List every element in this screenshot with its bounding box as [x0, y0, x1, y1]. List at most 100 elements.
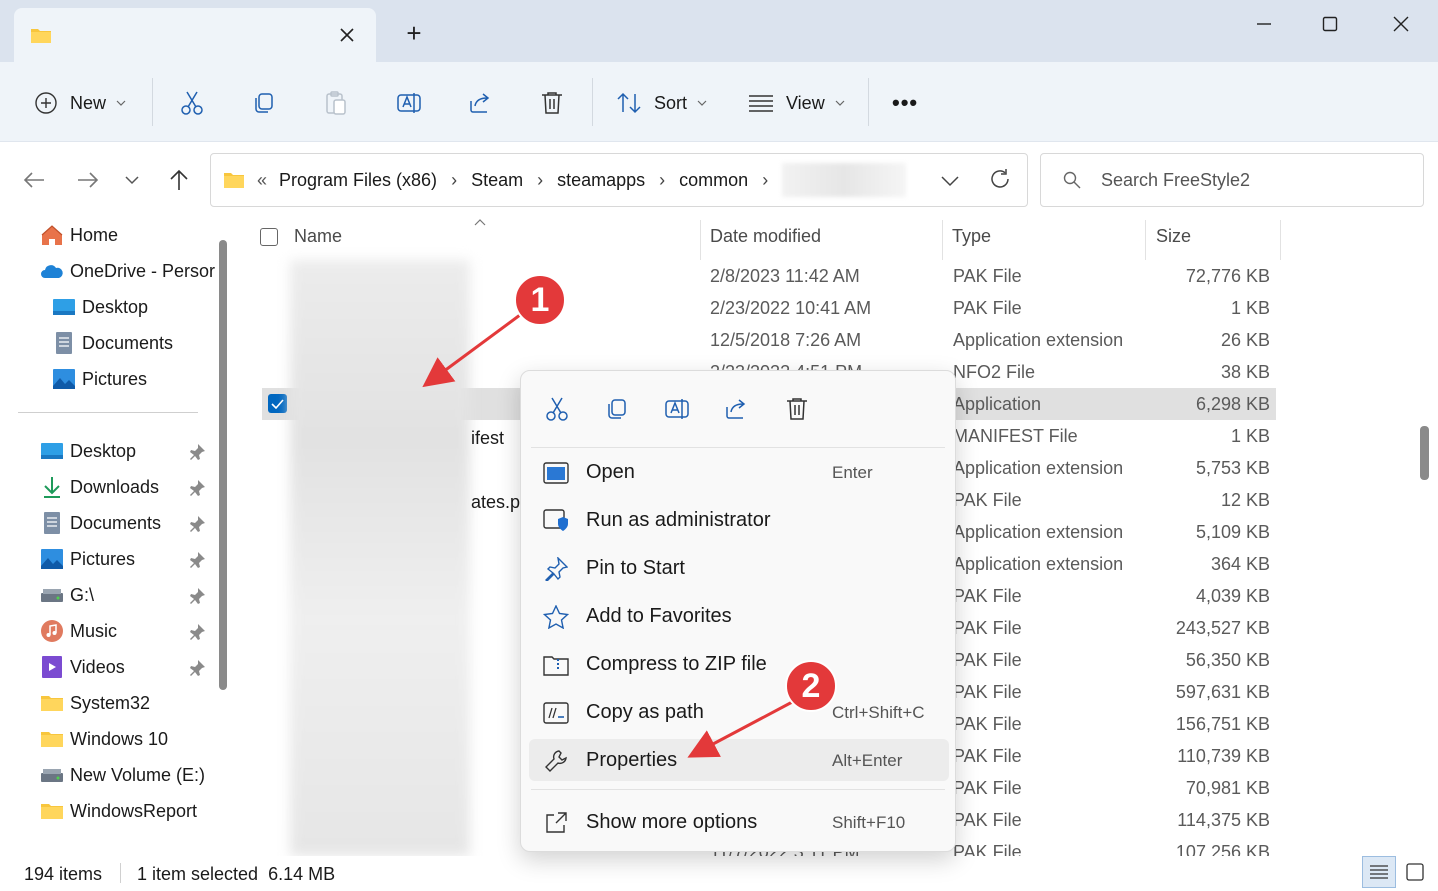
- sidebar-item-downloads[interactable]: Downloads: [40, 470, 159, 504]
- cell-size: 72,776 KB: [1185, 266, 1270, 286]
- explorer-tab[interactable]: [14, 8, 376, 62]
- breadcrumb-steamapps[interactable]: steamapps: [557, 170, 645, 191]
- context-item-open[interactable]: Open Enter: [529, 451, 949, 493]
- sidebar-item-system32[interactable]: System32: [40, 686, 150, 720]
- delete-button[interactable]: [540, 84, 564, 122]
- column-header-date[interactable]: Date modified: [710, 226, 821, 247]
- address-bar[interactable]: « Program Files (x86) › Steam › steamapp…: [210, 153, 1028, 207]
- sidebar-item-documents[interactable]: Documents: [52, 326, 173, 360]
- pin-icon[interactable]: [188, 659, 206, 677]
- context-share-button[interactable]: [723, 395, 751, 423]
- column-separator[interactable]: [700, 220, 701, 260]
- sidebar-item-new-volume[interactable]: New Volume (E:): [40, 758, 205, 792]
- chevron-right-icon[interactable]: ›: [537, 170, 543, 191]
- column-header-size[interactable]: Size: [1156, 226, 1191, 247]
- row-checkbox[interactable]: [268, 394, 287, 413]
- close-window-button[interactable]: [1377, 6, 1425, 42]
- sidebar-item-quick-documents[interactable]: Documents: [40, 506, 161, 540]
- chevron-right-icon[interactable]: ›: [659, 170, 665, 191]
- column-separator[interactable]: [1145, 220, 1146, 260]
- sidebar-item-windows-10[interactable]: Windows 10: [40, 722, 168, 756]
- context-item-pin-to-start[interactable]: Pin to Start: [529, 547, 949, 589]
- context-copy-button[interactable]: [603, 395, 631, 423]
- sidebar-item-g-drive[interactable]: G:\: [40, 578, 94, 612]
- breadcrumb-steam[interactable]: Steam: [471, 170, 523, 191]
- chevron-right-icon[interactable]: ›: [451, 170, 457, 191]
- sidebar-item-quick-desktop[interactable]: Desktop: [40, 434, 136, 468]
- context-item-properties[interactable]: Properties Alt+Enter: [529, 739, 949, 781]
- home-icon: [40, 223, 64, 247]
- context-cut-button[interactable]: [543, 395, 571, 423]
- maximize-icon: [1322, 16, 1338, 32]
- context-item-compress-zip[interactable]: Compress to ZIP file: [529, 643, 949, 685]
- context-item-show-more-options[interactable]: Show more options Shift+F10: [529, 801, 949, 843]
- up-button[interactable]: [165, 166, 193, 194]
- paste-icon: [326, 91, 346, 115]
- breadcrumb-overflow[interactable]: «: [257, 170, 267, 191]
- pin-icon[interactable]: [188, 479, 206, 497]
- breadcrumb-redacted[interactable]: [782, 163, 907, 197]
- open-icon: [543, 460, 569, 486]
- chevron-right-icon[interactable]: ›: [762, 170, 768, 191]
- cell-type: PAK File: [953, 298, 1022, 318]
- file-list-scrollbar[interactable]: [1420, 426, 1429, 480]
- details-view-button[interactable]: [1362, 856, 1396, 888]
- sidebar-item-home[interactable]: Home: [40, 218, 118, 252]
- sidebar-item-label: Desktop: [82, 296, 149, 317]
- breadcrumb-common[interactable]: common: [679, 170, 748, 191]
- refresh-button[interactable]: [989, 168, 1011, 195]
- column-header-name[interactable]: Name: [294, 226, 342, 247]
- recent-locations-button[interactable]: [118, 166, 146, 194]
- sidebar-item-onedrive[interactable]: OneDrive - Persor: [40, 254, 232, 288]
- context-item-copy-as-path[interactable]: Copy as path Ctrl+Shift+C: [529, 691, 949, 733]
- minimize-button[interactable]: [1240, 6, 1288, 42]
- select-all-checkbox[interactable]: [260, 228, 278, 246]
- forward-button[interactable]: [74, 166, 102, 194]
- sidebar-item-quick-pictures[interactable]: Pictures: [40, 542, 135, 576]
- maximize-button[interactable]: [1306, 6, 1354, 42]
- context-item-shortcut: Enter: [832, 463, 873, 482]
- column-separator[interactable]: [942, 220, 943, 260]
- context-divider: [531, 447, 945, 448]
- sidebar-item-music[interactable]: Music: [40, 614, 117, 648]
- paste-button[interactable]: [324, 84, 348, 122]
- sort-button[interactable]: Sort: [616, 84, 707, 122]
- new-tab-button[interactable]: +: [402, 20, 426, 46]
- copy-button[interactable]: [252, 84, 276, 122]
- cell-type: PAK File: [953, 746, 1022, 766]
- context-rename-button[interactable]: [663, 395, 691, 423]
- pin-icon[interactable]: [188, 551, 206, 569]
- tiles-view-button[interactable]: [1398, 856, 1432, 888]
- view-button[interactable]: View: [748, 84, 845, 122]
- back-button[interactable]: [20, 166, 48, 194]
- context-item-add-to-favorites[interactable]: Add to Favorites: [529, 595, 949, 637]
- more-options-button[interactable]: •••: [892, 84, 918, 122]
- pin-icon[interactable]: [188, 443, 206, 461]
- share-button[interactable]: [468, 84, 494, 122]
- context-item-run-as-admin[interactable]: Run as administrator: [529, 499, 949, 541]
- pin-icon[interactable]: [188, 587, 206, 605]
- check-icon: [271, 398, 284, 409]
- sidebar-item-windowsreport[interactable]: WindowsReport: [40, 794, 197, 828]
- cell-size: 114,375 KB: [1177, 810, 1270, 830]
- column-separator[interactable]: [1280, 220, 1281, 260]
- cut-button[interactable]: [180, 84, 204, 122]
- pin-icon[interactable]: [188, 515, 206, 533]
- sidebar-item-pictures[interactable]: Pictures: [52, 362, 147, 396]
- new-button[interactable]: New: [34, 84, 126, 122]
- context-delete-button[interactable]: [783, 395, 811, 423]
- address-history-button[interactable]: [941, 172, 959, 192]
- rename-button[interactable]: [396, 84, 422, 122]
- desktop-icon: [52, 295, 76, 319]
- pin-icon[interactable]: [188, 623, 206, 641]
- sidebar-scrollbar[interactable]: [219, 240, 227, 690]
- sidebar-item-videos[interactable]: Videos: [40, 650, 125, 684]
- sidebar-item-desktop[interactable]: Desktop: [52, 290, 148, 324]
- toolbar-separator: [592, 78, 593, 126]
- column-header-type[interactable]: Type: [952, 226, 991, 247]
- file-name-partial[interactable]: ifest: [471, 428, 504, 449]
- breadcrumb-program-files[interactable]: Program Files (x86): [279, 170, 437, 191]
- context-menu: Open Enter Run as administrator Pin to S…: [520, 370, 956, 852]
- search-input[interactable]: Search FreeStyle2: [1040, 153, 1424, 207]
- tab-close-button[interactable]: [336, 26, 358, 48]
